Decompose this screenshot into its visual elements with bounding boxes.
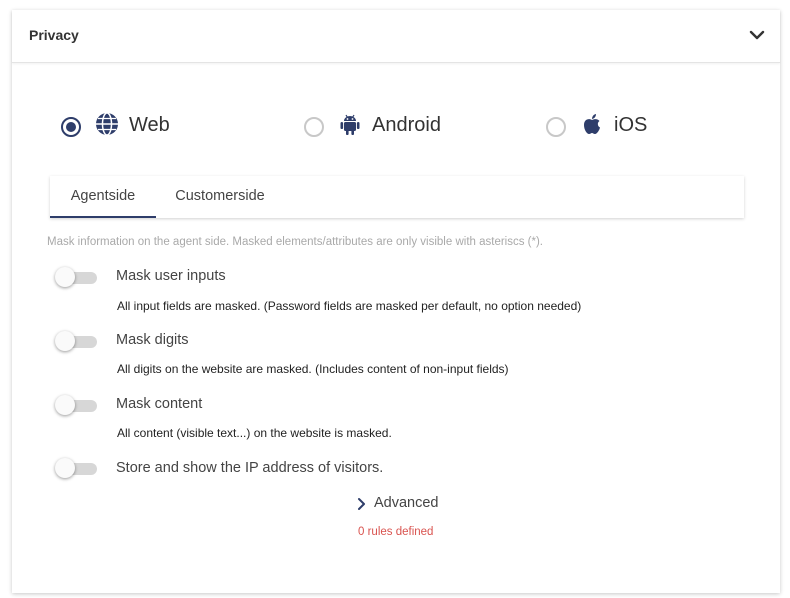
web-radio[interactable]: [61, 117, 81, 137]
mask-content-toggle[interactable]: [55, 395, 99, 415]
panel-title: Privacy: [29, 27, 79, 43]
mask-content-label: Mask content: [116, 396, 203, 412]
chevron-down-icon[interactable]: [747, 25, 767, 45]
platform-label-web: Web: [129, 114, 170, 136]
globe-icon: [95, 112, 119, 136]
mask-digits-description: All digits on the website are masked. (I…: [117, 362, 509, 376]
platform-label-android: Android: [372, 114, 441, 136]
android-icon: [338, 112, 362, 136]
mask-user-inputs-toggle[interactable]: [55, 267, 99, 287]
tab-customerside[interactable]: Customerside: [164, 176, 276, 218]
tab-bar: Agentside Customerside: [50, 176, 744, 218]
store-ip-label: Store and show the IP address of visitor…: [116, 460, 384, 476]
panel-header[interactable]: Privacy: [12, 10, 780, 63]
mask-user-inputs-label: Mask user inputs: [116, 268, 226, 284]
rules-count: 0 rules defined: [358, 526, 434, 538]
advanced-label: Advanced: [374, 495, 439, 511]
android-radio[interactable]: [304, 117, 324, 137]
store-ip-toggle[interactable]: [55, 458, 99, 478]
platform-label-ios: iOS: [614, 114, 648, 136]
toggle-knob: [55, 331, 75, 351]
tab-agentside[interactable]: Agentside: [50, 176, 156, 218]
chevron-right-icon: [356, 497, 368, 511]
mask-digits-toggle[interactable]: [55, 331, 99, 351]
hint-text: Mask information on the agent side. Mask…: [47, 236, 543, 248]
mask-user-inputs-description: All input fields are masked. (Password f…: [117, 299, 582, 313]
mask-digits-label: Mask digits: [116, 332, 189, 348]
apple-icon: [580, 112, 604, 136]
toggle-knob: [55, 458, 75, 478]
toggle-knob: [55, 395, 75, 415]
toggle-knob: [55, 267, 75, 287]
privacy-panel: Privacy Web Android iOS Agentside Custom…: [12, 10, 780, 593]
mask-content-description: All content (visible text...) on the web…: [117, 426, 392, 440]
ios-radio[interactable]: [546, 117, 566, 137]
